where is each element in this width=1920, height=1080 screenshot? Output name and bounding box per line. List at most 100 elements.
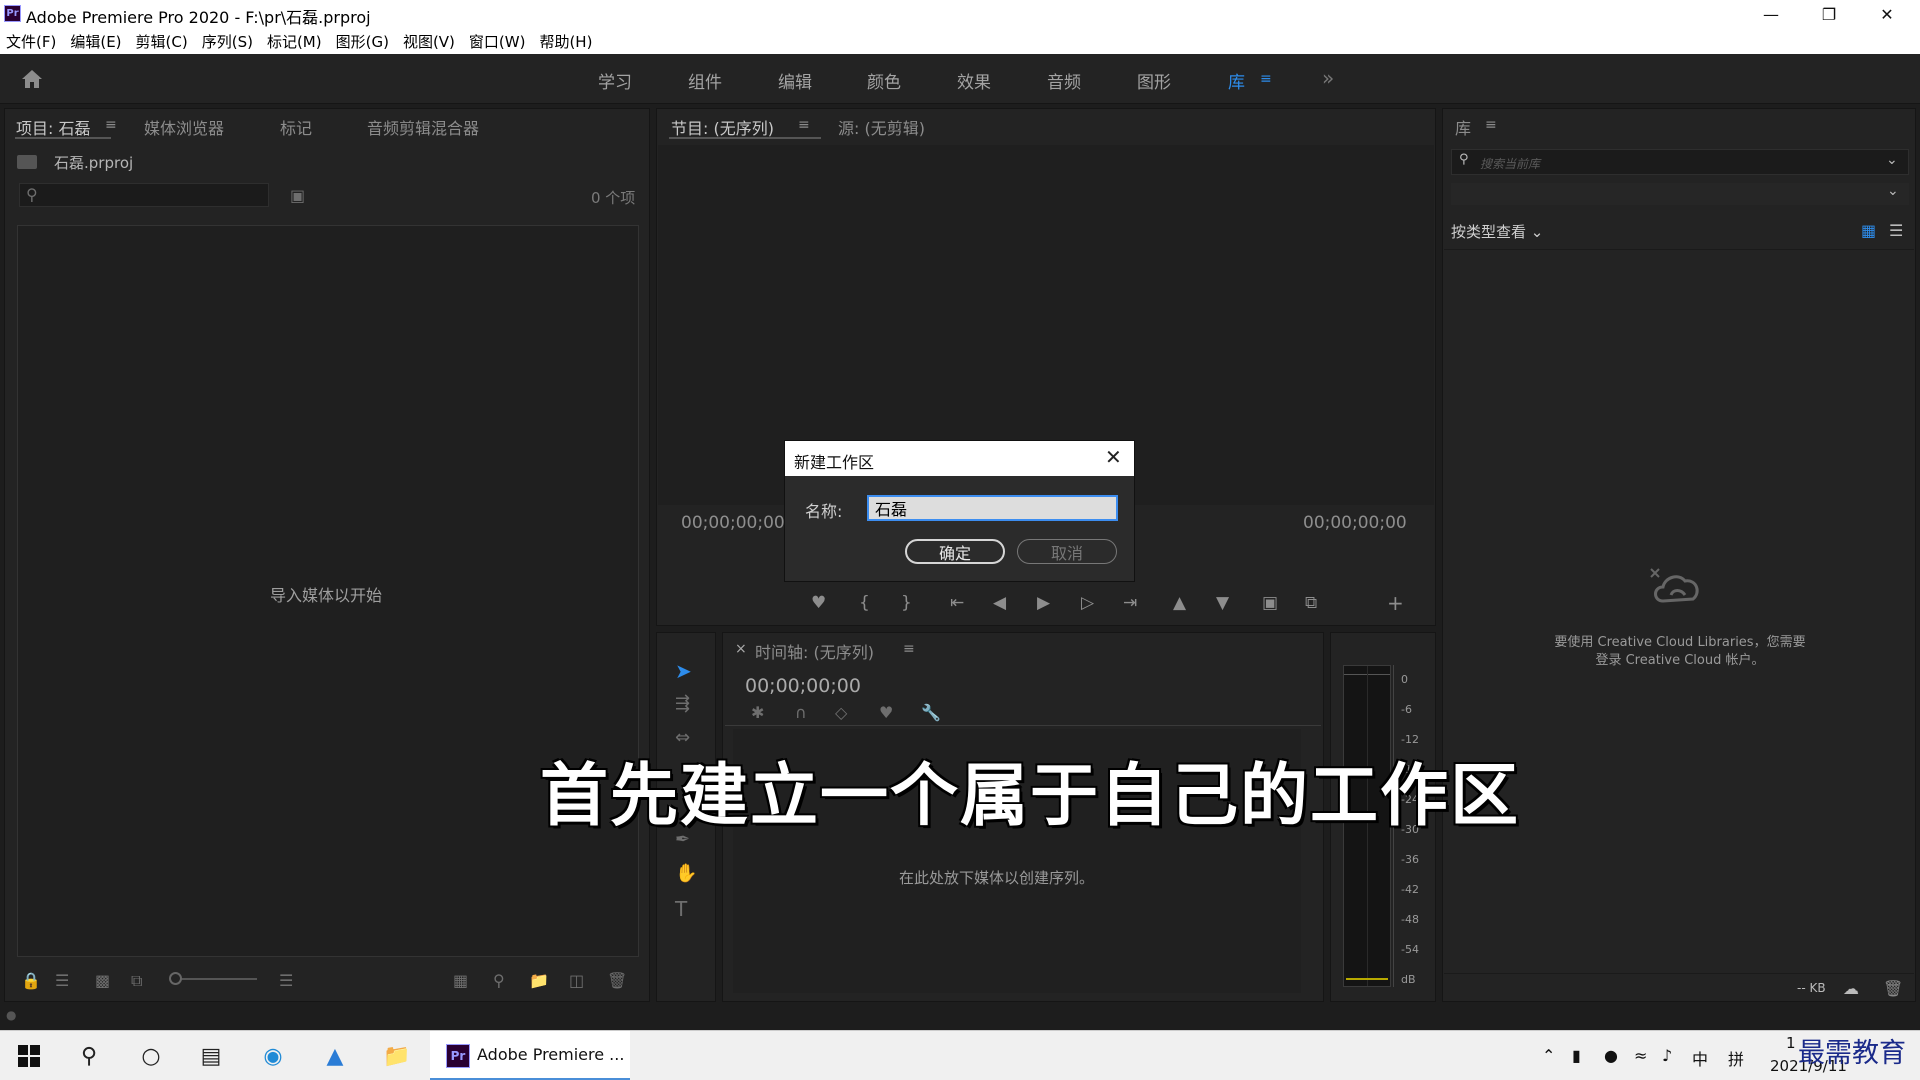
workspace-tab-effects[interactable]: 效果: [957, 68, 991, 93]
nest-icon[interactable]: ✱: [751, 703, 764, 722]
dialog-close-icon[interactable]: ✕: [1105, 445, 1122, 469]
tab-media-browser[interactable]: 媒体浏览器: [144, 115, 224, 139]
new-item-icon[interactable]: ◫: [569, 971, 584, 990]
restore-button[interactable]: ❐: [1800, 0, 1858, 28]
project-panel-menu-icon[interactable]: ≡: [105, 117, 117, 133]
tab-markers[interactable]: 标记: [280, 115, 312, 139]
library-select[interactable]: ⌄: [1451, 183, 1909, 205]
export-frame-icon[interactable]: ▣: [1262, 593, 1278, 613]
linked-selection-icon[interactable]: ◇: [835, 703, 847, 722]
menu-sequence[interactable]: 序列(S): [202, 31, 253, 52]
ime-pinyin-indicator[interactable]: 拼: [1728, 1046, 1744, 1070]
menu-marker[interactable]: 标记(M): [267, 31, 322, 52]
zoom-slider-handle[interactable]: [169, 972, 182, 985]
list-view-icon[interactable]: ☰: [1889, 221, 1903, 240]
mark-in-icon[interactable]: {: [859, 593, 870, 613]
workspace-tab-color[interactable]: 颜色: [867, 68, 901, 93]
workspace-tab-libraries[interactable]: 库: [1228, 68, 1245, 93]
lock-icon[interactable]: 🔒: [21, 971, 41, 990]
project-drop-area[interactable]: 导入媒体以开始: [17, 225, 639, 957]
home-icon[interactable]: [20, 68, 44, 90]
ok-button[interactable]: 确定: [905, 539, 1005, 564]
type-tool-icon[interactable]: T: [675, 897, 687, 921]
lift-icon[interactable]: ▲: [1173, 593, 1186, 613]
trash-icon[interactable]: 🗑: [607, 971, 627, 990]
battery-icon[interactable]: ▮: [1572, 1046, 1581, 1065]
menu-view[interactable]: 视图(V): [403, 31, 455, 52]
timeline-menu-icon[interactable]: ≡: [903, 641, 915, 657]
icon-view-icon[interactable]: ▩: [95, 971, 110, 990]
library-search-field[interactable]: ⚲ 搜索当前库 ⌄: [1451, 149, 1909, 175]
wifi-icon[interactable]: ≈: [1634, 1046, 1647, 1065]
windows-start-icon[interactable]: [14, 1041, 44, 1071]
cortana-icon[interactable]: ○: [136, 1041, 166, 1071]
view-by-type-dropdown[interactable]: 按类型查看 ⌄: [1451, 221, 1543, 242]
tab-program[interactable]: 节目: (无序列): [671, 115, 774, 139]
workspace-tab-editing[interactable]: 编辑: [778, 68, 812, 93]
track-select-tool-icon[interactable]: ⇶: [675, 693, 690, 714]
edge-browser-icon[interactable]: ◉: [258, 1041, 288, 1071]
cancel-button[interactable]: 取消: [1017, 539, 1117, 564]
zoom-slider[interactable]: [173, 978, 257, 980]
new-bin-folder-icon[interactable]: 📁: [529, 971, 549, 990]
volume-icon[interactable]: ♪: [1662, 1046, 1672, 1065]
mark-out-icon[interactable]: }: [901, 593, 912, 613]
workspace-menu-icon[interactable]: ≡: [1260, 71, 1272, 87]
new-bin-icon[interactable]: ▣: [290, 186, 305, 205]
close-timeline-icon[interactable]: ×: [735, 641, 747, 657]
find-icon[interactable]: ⚲: [493, 971, 505, 990]
wrench-icon[interactable]: 🔧: [921, 703, 941, 722]
menu-edit[interactable]: 编辑(E): [70, 31, 121, 52]
timeline-marker-icon[interactable]: ♥: [879, 703, 893, 722]
button-editor-icon[interactable]: +: [1387, 591, 1404, 615]
photos-icon[interactable]: ▲: [320, 1041, 350, 1071]
step-forward-icon[interactable]: ▷: [1081, 593, 1094, 613]
go-to-out-icon[interactable]: ⇥: [1123, 593, 1137, 613]
close-button[interactable]: ✕: [1858, 0, 1916, 28]
tab-source[interactable]: 源: (无剪辑): [838, 115, 925, 139]
search-icon[interactable]: ⚲: [74, 1041, 104, 1071]
chevron-down-icon[interactable]: ⌄: [1886, 152, 1898, 168]
tab-audio-clip-mixer[interactable]: 音频剪辑混合器: [367, 115, 479, 139]
workspace-overflow-icon[interactable]: »: [1322, 66, 1334, 90]
workspace-tab-learn[interactable]: 学习: [598, 68, 632, 93]
add-marker-icon[interactable]: ♥: [811, 593, 826, 613]
workspace-tab-graphics[interactable]: 图形: [1137, 68, 1171, 93]
workspace-tab-assembly[interactable]: 组件: [688, 68, 722, 93]
tab-timeline[interactable]: 时间轴: (无序列): [755, 639, 874, 663]
selection-tool-icon[interactable]: ➤: [675, 659, 692, 683]
cloud-sync-icon[interactable]: ☁: [1843, 979, 1859, 998]
microphone-icon[interactable]: ●: [1604, 1046, 1618, 1065]
hand-tool-icon[interactable]: ✋: [675, 863, 697, 884]
trash-icon[interactable]: 🗑: [1883, 979, 1903, 998]
task-view-icon[interactable]: ▤: [196, 1041, 226, 1071]
menu-file[interactable]: 文件(F): [6, 31, 56, 52]
taskbar-premiere-button[interactable]: Pr Adobe Premiere ...: [430, 1031, 630, 1080]
clock-time[interactable]: 1: [1786, 1034, 1796, 1052]
tab-project[interactable]: 项目: 石磊: [16, 115, 90, 139]
minimize-button[interactable]: —: [1742, 0, 1800, 28]
list-view-icon[interactable]: ☰: [55, 971, 69, 990]
freeform-view-icon[interactable]: ⧉: [131, 971, 142, 991]
comparison-view-icon[interactable]: ⧉: [1305, 593, 1317, 613]
grid-view-icon[interactable]: ▦: [1861, 221, 1876, 240]
workspace-name-input[interactable]: [867, 495, 1118, 521]
file-explorer-icon[interactable]: 📁: [382, 1041, 412, 1071]
menu-clip[interactable]: 剪辑(C): [136, 31, 188, 52]
menu-window[interactable]: 窗口(W): [469, 31, 526, 52]
project-search-input[interactable]: ⚲: [19, 183, 269, 207]
automate-icon[interactable]: ▦: [453, 971, 468, 990]
playhead-timecode[interactable]: 00;00;00;00: [681, 513, 785, 533]
ime-mode-indicator[interactable]: 中: [1692, 1046, 1708, 1070]
program-menu-icon[interactable]: ≡: [798, 117, 810, 133]
chevron-up-icon[interactable]: ⌃: [1542, 1046, 1555, 1065]
libraries-menu-icon[interactable]: ≡: [1485, 117, 1497, 133]
play-icon[interactable]: ▶: [1037, 593, 1050, 613]
menu-help[interactable]: 帮助(H): [539, 31, 592, 52]
go-to-in-icon[interactable]: ⇤: [950, 593, 964, 613]
step-back-icon[interactable]: ◀: [993, 593, 1006, 613]
sort-icon[interactable]: ☰: [279, 971, 293, 990]
extract-icon[interactable]: ▼: [1216, 593, 1229, 613]
snap-icon[interactable]: ∩: [795, 703, 807, 722]
workspace-tab-audio[interactable]: 音频: [1047, 68, 1081, 93]
